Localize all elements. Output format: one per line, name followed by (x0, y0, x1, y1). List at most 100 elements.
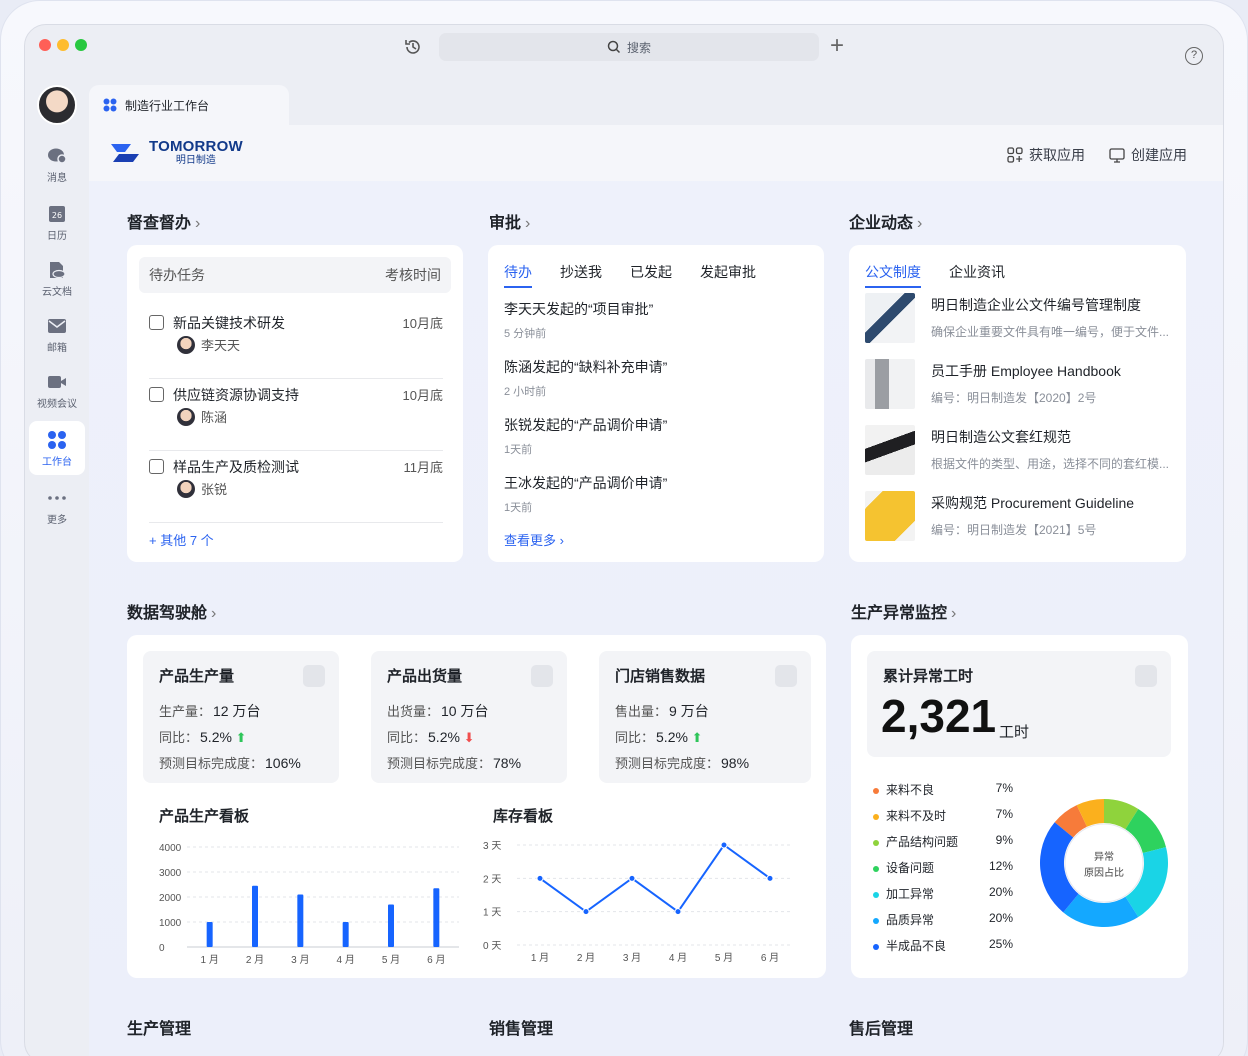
approval-title: 王冰发起的“产品调价申请” (504, 475, 668, 491)
title-bar: 搜索 + ? (25, 25, 1223, 85)
history-icon[interactable] (403, 37, 423, 57)
kpi-label: 同比： (159, 730, 199, 745)
task-checkbox[interactable] (149, 459, 164, 474)
view-more-link[interactable]: 查看更多 › (504, 530, 564, 549)
help-icon[interactable]: ? (1185, 47, 1203, 65)
task-row[interactable]: 供应链资源协调支持 10月底 陈涵 (149, 379, 443, 451)
x-tick-label: 1 月 (531, 952, 549, 964)
section-news[interactable]: 企业动态 › (849, 209, 922, 233)
news-item[interactable]: 明日制造公文套红规范 根据文件的类型、用途，选择不同的套红模... (865, 425, 1175, 477)
kpi-label: 生产量： (159, 704, 212, 719)
kpi-shipment[interactable]: 产品出货量 出货量： 10 万台 同比： 5.2% ⬇ 预测目标完成度： 78% (371, 651, 567, 783)
add-icon[interactable]: + (830, 33, 844, 59)
rail-item-cloud-docs[interactable]: 云文档 (29, 261, 85, 298)
avatar[interactable] (37, 85, 77, 125)
approval-item[interactable]: 张锐发起的“产品调价申请” 1天前 (504, 415, 667, 457)
kpi-title: 产品生产量 (159, 668, 235, 685)
rail-item-more[interactable]: 更多 (29, 489, 85, 526)
rail-label: 更多 (47, 515, 67, 526)
y-tick-label: 2000 (159, 893, 182, 904)
line-chart-title: 库存看板 (493, 808, 554, 825)
clock-icon (1135, 665, 1157, 687)
tab-cc[interactable]: 抄送我 (560, 262, 602, 282)
total-hours-unit: 工时 (999, 724, 1030, 741)
task-owner: 陈涵 (177, 407, 227, 426)
approval-time: 1天前 (504, 502, 533, 514)
document-thumbnail (865, 293, 915, 343)
legend-item: 来料不及时 7% (873, 807, 1013, 824)
tab-workspace[interactable]: 制造行业工作台 (89, 85, 289, 125)
task-checkbox[interactable] (149, 387, 164, 402)
create-app-button[interactable]: 创建应用 (1109, 145, 1187, 165)
section-monitor[interactable]: 生产异常监控 › (851, 599, 956, 623)
bar (297, 894, 304, 947)
task-row[interactable]: 样品生产及质检测试 11月底 张锐 (149, 451, 443, 523)
legend-percent: 9% (995, 833, 1013, 847)
task-checkbox[interactable] (149, 315, 164, 330)
minimize-window-button[interactable] (57, 39, 69, 51)
company-logo: TOMORROW 明日制造 (109, 139, 243, 167)
avatar (177, 335, 195, 354)
x-tick-label: 5 月 (715, 952, 733, 964)
task-owner: 张锐 (177, 479, 227, 498)
legend-percent: 25% (988, 937, 1013, 951)
section-sales-mgmt[interactable]: 销售管理 (489, 1015, 553, 1039)
close-window-button[interactable] (39, 39, 51, 51)
col-task: 待办任务 (149, 267, 205, 283)
rail-item-mail[interactable]: 邮箱 (29, 317, 85, 354)
approval-time: 1天前 (504, 444, 533, 456)
section-approval[interactable]: 审批 › (489, 209, 530, 233)
avatar (177, 407, 195, 426)
main-content: TOMORROW 明日制造 获取应用 创建应用 督查督办› 待办任务 考核时间 (89, 125, 1223, 1056)
task-date: 11月底 (403, 460, 444, 475)
bar (206, 922, 213, 947)
approval-item[interactable]: 王冰发起的“产品调价申请” 1天前 (504, 473, 667, 515)
tab-pending[interactable]: 待办 (504, 262, 532, 288)
more-icon (48, 496, 66, 500)
get-app-button[interactable]: 获取应用 (1007, 145, 1085, 165)
news-item[interactable]: 采购规范 Procurement Guideline 编号：明日制造发【2021… (865, 491, 1175, 543)
news-desc: 确保企业重要文件具有唯一编号，便于文件... (931, 325, 1170, 339)
news-item[interactable]: 员工手册 Employee Handbook 编号：明日制造发【2020】2号 (865, 359, 1175, 411)
approval-item[interactable]: 李天天发起的“项目审批” 5 分钟前 (504, 299, 653, 341)
x-tick-label: 4 月 (336, 954, 354, 966)
zoom-window-button[interactable] (75, 39, 87, 51)
section-cockpit[interactable]: 数据驾驶舱 › (127, 599, 216, 623)
approval-item[interactable]: 陈涵发起的“缺料补充申请” 2 小时前 (504, 357, 667, 399)
section-production-mgmt[interactable]: 生产管理 (127, 1015, 191, 1039)
legend-item: 半成品不良 25% (873, 937, 1013, 954)
legend-dot (873, 787, 879, 794)
kpi-store-sales[interactable]: 门店销售数据 售出量： 9 万台 同比： 5.2% ⬆ 预测目标完成度： 98% (599, 651, 811, 783)
tab-documents[interactable]: 公文制度 (865, 262, 921, 288)
kpi-production[interactable]: 产品生产量 生产量： 12 万台 同比： 5.2% ⬆ 预测目标完成度： 106% (143, 651, 339, 783)
approval-card: 待办 抄送我 已发起 发起审批 李天天发起的“项目审批” 5 分钟前 陈涵发起的“… (488, 245, 824, 562)
tab-new-approval[interactable]: 发起审批 (700, 262, 756, 282)
news-item[interactable]: 明日制造企业公文件编号管理制度 确保企业重要文件具有唯一编号，便于文件... (865, 293, 1175, 345)
view-more-label: 查看更多 (504, 533, 557, 548)
rail-item-calendar[interactable]: 26 日历 (29, 205, 85, 242)
rail-label: 邮箱 (47, 343, 67, 354)
rail-label: 工作台 (42, 457, 72, 468)
tab-company-news[interactable]: 企业资讯 (949, 262, 1005, 282)
owner-name: 张锐 (201, 482, 228, 497)
rail-item-video[interactable]: 视频会议 (29, 373, 85, 410)
owner-name: 李天天 (201, 338, 241, 353)
section-aftersales-mgmt[interactable]: 售后管理 (849, 1015, 913, 1039)
rail-item-workspace[interactable]: 工作台 (29, 421, 85, 475)
search-bar[interactable]: 搜索 (439, 33, 819, 61)
owner-name: 陈涵 (201, 410, 228, 425)
chevron-right-icon: › (559, 533, 564, 548)
monitor-icon (1109, 148, 1125, 163)
more-tasks-link[interactable]: + 其他 7 个 (149, 530, 214, 549)
section-supervision[interactable]: 督查督办 › (127, 209, 200, 233)
report-icon (775, 665, 797, 687)
kpi-target: 78% (493, 755, 522, 771)
task-row[interactable]: 新品关键技术研发 10月底 李天天 (149, 307, 443, 379)
tab-submitted[interactable]: 已发起 (630, 262, 672, 282)
kpi-yoy: 5.2% (656, 729, 688, 745)
rail-item-messages[interactable]: 消息 (29, 147, 85, 184)
apps-icon (1007, 147, 1023, 163)
bar-chart-icon (303, 665, 325, 687)
kpi-value: 12 万台 (213, 703, 261, 719)
data-point (582, 908, 590, 916)
